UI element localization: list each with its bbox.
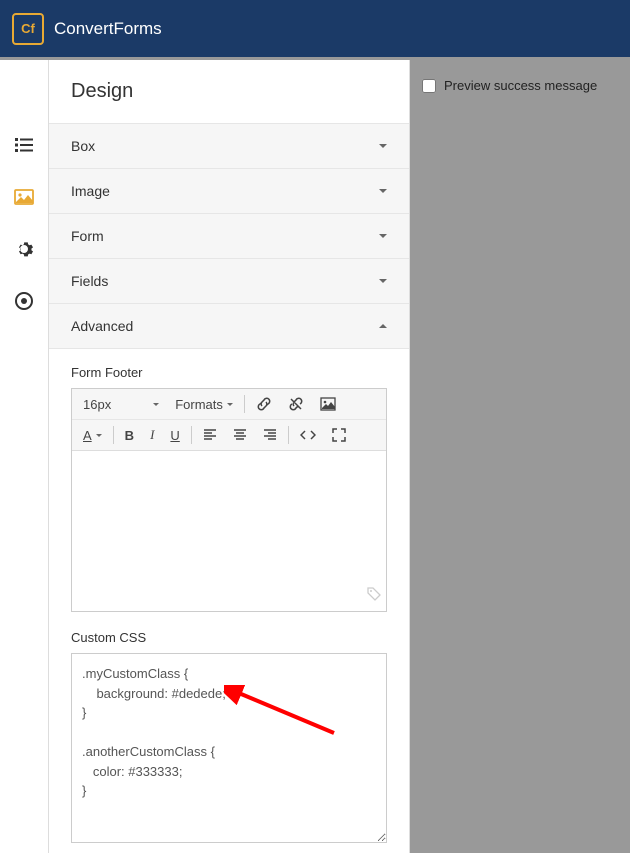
align-right-button[interactable]	[258, 425, 282, 445]
chevron-down-icon	[379, 144, 387, 148]
chevron-up-icon	[379, 324, 387, 328]
advanced-content: Form Footer 16px Formats	[49, 349, 409, 853]
italic-button[interactable]: I	[145, 424, 159, 446]
accordion-label: Form	[71, 228, 104, 244]
rich-text-editor: 16px Formats	[71, 388, 387, 612]
font-size-value: 16px	[83, 397, 111, 412]
chevron-down-icon	[96, 434, 102, 437]
insert-image-button[interactable]	[315, 393, 341, 415]
accordion-image[interactable]: Image	[49, 169, 409, 214]
target-icon[interactable]	[14, 291, 34, 311]
logo-badge: Cf	[12, 13, 44, 45]
accordion-label: Image	[71, 183, 110, 199]
accordion-label: Fields	[71, 273, 108, 289]
chevron-down-icon	[379, 279, 387, 283]
font-size-dropdown[interactable]: 16px	[78, 394, 164, 415]
preview-success-toggle[interactable]: Preview success message	[422, 78, 618, 93]
custom-css-textarea[interactable]	[71, 653, 387, 843]
code-button[interactable]	[295, 425, 321, 445]
panel-title: Design	[49, 60, 409, 124]
app-header: Cf ConvertForms	[0, 0, 630, 60]
text-color-button[interactable]: A	[78, 425, 107, 446]
underline-button[interactable]: U	[165, 425, 184, 446]
accordion-label: Box	[71, 138, 95, 154]
design-panel: Design Box Image Form Fields Advanced Fo…	[48, 60, 410, 853]
chevron-down-icon	[153, 403, 159, 406]
accordion-form[interactable]: Form	[49, 214, 409, 259]
align-left-button[interactable]	[198, 425, 222, 445]
gear-icon[interactable]	[14, 239, 34, 259]
bold-button[interactable]: B	[120, 425, 139, 446]
chevron-down-icon	[379, 189, 387, 193]
accordion-box[interactable]: Box	[49, 124, 409, 169]
align-center-button[interactable]	[228, 425, 252, 445]
accordion-fields[interactable]: Fields	[49, 259, 409, 304]
main-area: Design Box Image Form Fields Advanced Fo…	[0, 60, 630, 853]
editor-toolbar: 16px Formats	[72, 389, 386, 451]
accordion-label: Advanced	[71, 318, 133, 334]
logo-initials: Cf	[21, 21, 35, 36]
form-footer-label: Form Footer	[71, 365, 387, 380]
unlink-button[interactable]	[283, 393, 309, 415]
logo-text: ConvertForms	[54, 19, 162, 39]
accordion-advanced[interactable]: Advanced	[49, 304, 409, 349]
side-nav	[0, 60, 48, 853]
preview-panel: Preview success message	[410, 60, 630, 853]
list-icon[interactable]	[14, 135, 34, 155]
editor-content-area[interactable]	[72, 451, 386, 611]
tag-icon	[366, 586, 382, 607]
custom-css-label: Custom CSS	[71, 630, 387, 645]
link-button[interactable]	[251, 393, 277, 415]
chevron-down-icon	[227, 403, 233, 406]
image-icon[interactable]	[14, 187, 34, 207]
formats-label: Formats	[175, 397, 223, 412]
preview-checkbox[interactable]	[422, 79, 436, 93]
preview-checkbox-label: Preview success message	[444, 78, 597, 93]
fullscreen-button[interactable]	[327, 425, 351, 445]
formats-dropdown[interactable]: Formats	[170, 394, 238, 415]
chevron-down-icon	[379, 234, 387, 238]
